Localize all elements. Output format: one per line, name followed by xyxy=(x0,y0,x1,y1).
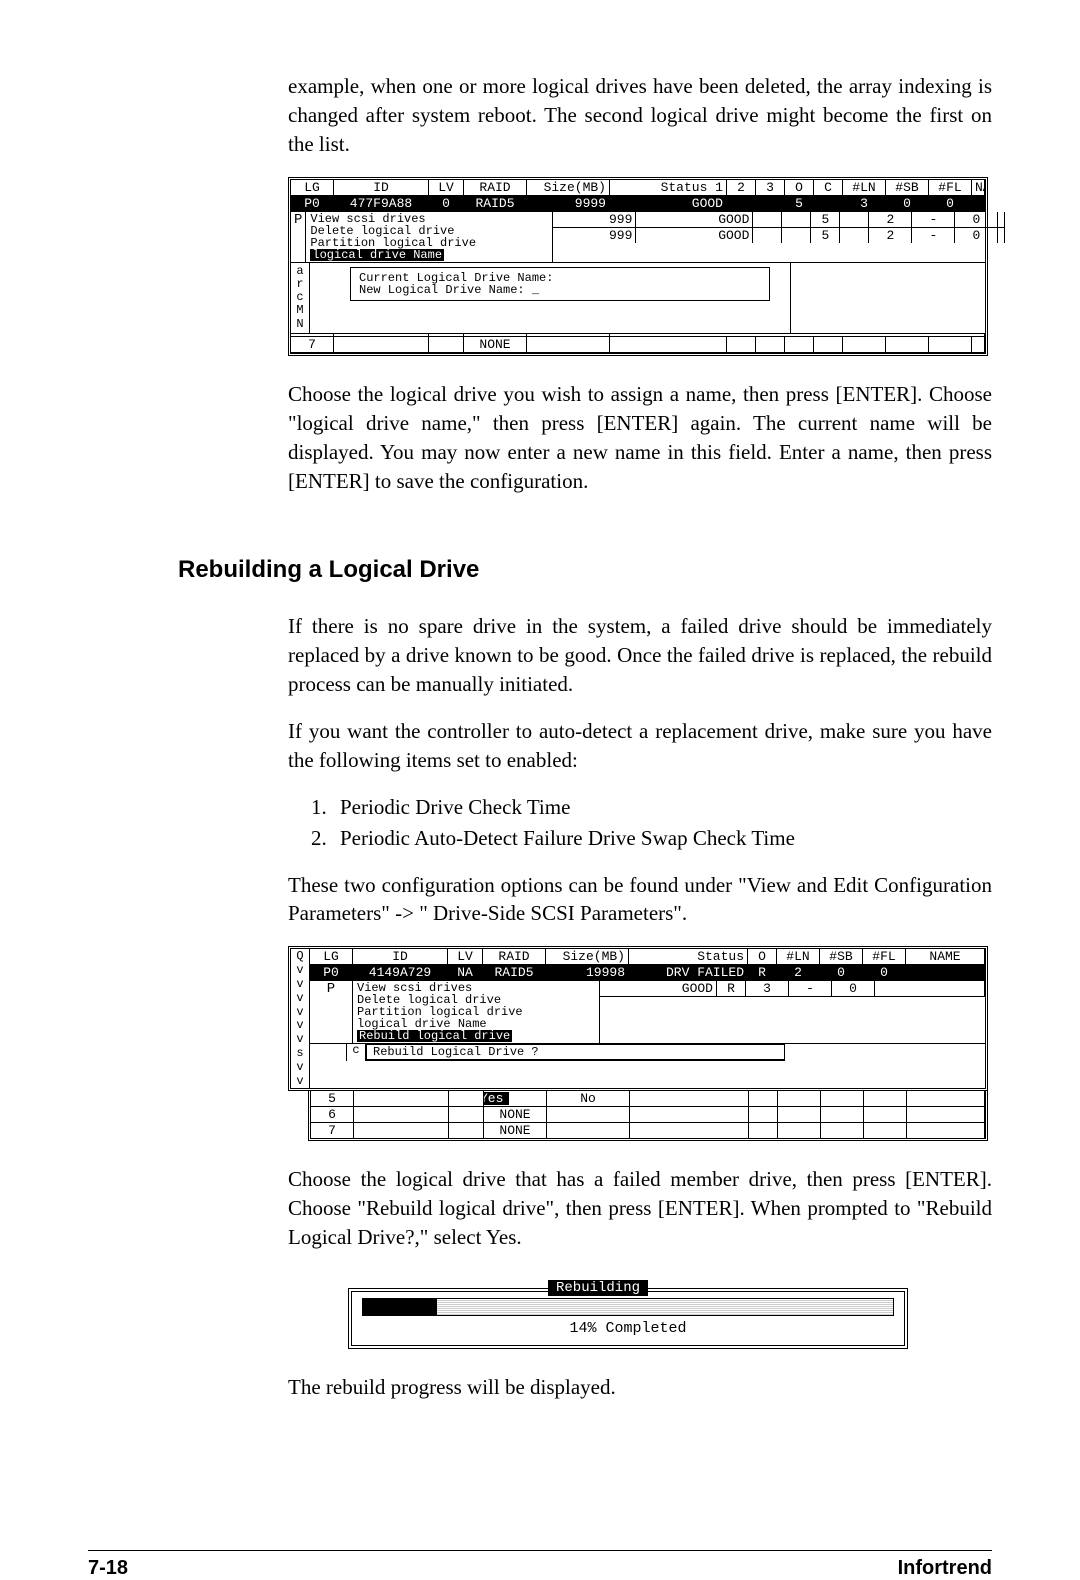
page-footer: 7-18 Infortrend xyxy=(88,1550,992,1580)
table-row[interactable]: P0 4149A729 NA RAID5 19998 DRV FAILED R … xyxy=(310,965,985,981)
paragraph-after-ss1: Choose the logical drive you wish to ass… xyxy=(288,380,992,496)
drive-name-dialog: Current Logical Drive Name: New Logical … xyxy=(350,267,770,301)
col-sb: #SB xyxy=(886,180,929,195)
progress-text: 14% Completed xyxy=(362,1320,894,1337)
confirm-sidebar: c xyxy=(347,1044,366,1061)
paragraph-final: The rebuild progress will be displayed. xyxy=(288,1373,992,1402)
col-o: O xyxy=(785,180,814,195)
rebuild-p3: These two configuration options can be f… xyxy=(288,871,992,929)
paragraph-after-ss2: Choose the logical drive that has a fail… xyxy=(288,1165,992,1252)
step-2: Periodic Auto-Detect Failure Drive Swap … xyxy=(332,824,992,853)
col-ln: #LN xyxy=(843,180,886,195)
heading-rebuilding: Rebuilding a Logical Drive xyxy=(178,556,992,584)
col-size: Size(MB) xyxy=(527,180,610,195)
col-lv: LV xyxy=(429,180,464,195)
table-row[interactable]: P0 477F9A88 0 RAID5 9999 GOOD 5 3 0 0 xyxy=(291,196,985,212)
screenshot-logical-drive-name: LG ID LV RAID Size(MB) Status 1 2 3 O C … xyxy=(288,177,988,356)
rebuild-steps: Periodic Drive Check Time Periodic Auto-… xyxy=(88,793,992,853)
footer-brand: Infortrend xyxy=(898,1557,992,1580)
col-c: C xyxy=(814,180,843,195)
col-raid: RAID xyxy=(464,180,527,195)
screenshot-rebuild-progress: Rebuilding 14% Completed xyxy=(348,1270,908,1349)
col-name: NAME xyxy=(972,180,985,195)
progress-fill xyxy=(363,1299,437,1315)
sidebar-q: Qvvvvvvsvv xyxy=(291,949,310,1088)
screenshot-rebuild-menu: Qvvvvvvsvv LG ID LV RAID Size(MB) Status… xyxy=(288,946,988,1141)
col-fl: #FL xyxy=(929,180,972,195)
row1-lg: P xyxy=(291,212,306,262)
new-name-input[interactable]: New Logical Drive Name: _ xyxy=(359,284,761,296)
step-1: Periodic Drive Check Time xyxy=(332,793,992,822)
confirm-no[interactable]: No xyxy=(547,1091,630,1106)
rebuild-p1: If there is no spare drive in the system… xyxy=(288,612,992,699)
row7-raid: NONE xyxy=(464,337,527,352)
col-lg: LG xyxy=(291,180,334,195)
confirm-question: Rebuild Logical Drive ? xyxy=(367,1045,784,1060)
row7-lg: 7 xyxy=(291,337,334,352)
rebuild-title: Rebuilding xyxy=(548,1280,648,1296)
page-number: 7-18 xyxy=(88,1557,128,1580)
menu-item-selected[interactable]: logical drive Name xyxy=(310,249,444,261)
col-id: ID xyxy=(334,180,429,195)
sidebar-letters: arcMN xyxy=(291,263,310,333)
confirm-yes[interactable]: Yes xyxy=(484,1092,509,1105)
col-2: 2 xyxy=(727,180,756,195)
menu-item-selected[interactable]: Rebuild logical drive xyxy=(357,1030,512,1042)
progress-bar xyxy=(362,1298,894,1316)
col-status: Status 1 xyxy=(610,180,727,195)
rebuild-p2: If you want the controller to auto-detec… xyxy=(288,717,992,775)
intro-paragraph: example, when one or more logical drives… xyxy=(288,72,992,159)
col-3: 3 xyxy=(756,180,785,195)
